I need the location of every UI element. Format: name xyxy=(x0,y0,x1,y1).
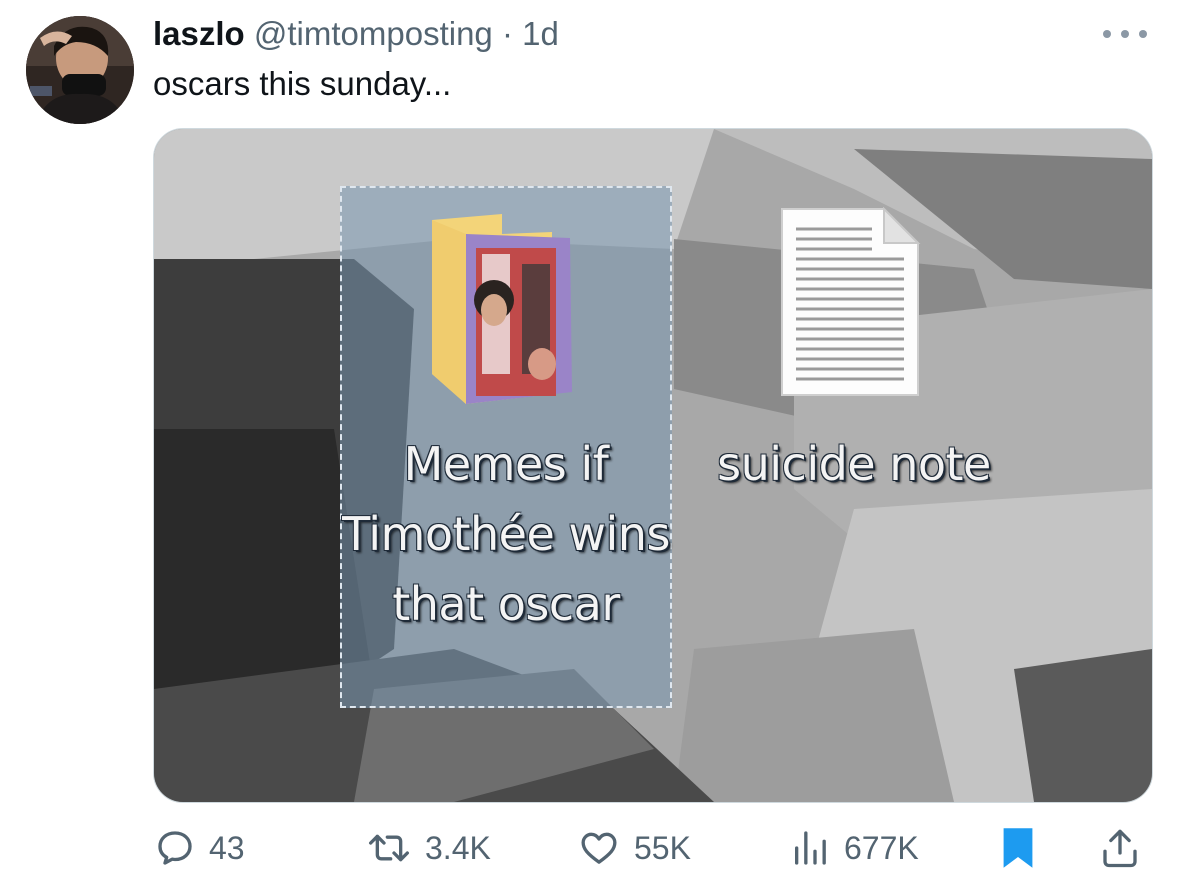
share-icon xyxy=(1103,829,1137,868)
folder-icon[interactable] xyxy=(432,214,582,404)
like-button[interactable]: 55K xyxy=(578,824,691,872)
more-icon[interactable] xyxy=(1103,22,1147,46)
views-count: 677K xyxy=(844,829,919,866)
retweet-button[interactable]: 3.4K xyxy=(367,824,491,872)
reply-button[interactable]: 43 xyxy=(155,824,245,872)
folder-label[interactable]: Memes if Timothée wins that oscar xyxy=(340,429,672,639)
retweet-count: 3.4K xyxy=(425,829,491,866)
document-icon[interactable] xyxy=(776,207,924,397)
bookmark-icon xyxy=(1003,828,1033,868)
user-handle[interactable]: @timtomposting xyxy=(254,15,493,52)
like-count: 55K xyxy=(634,829,691,866)
reply-count: 43 xyxy=(209,829,245,866)
tweet-header: laszlo @timtomposting · 1d xyxy=(153,12,559,56)
display-name[interactable]: laszlo xyxy=(153,15,245,52)
timestamp[interactable]: 1d xyxy=(522,15,559,52)
avatar[interactable] xyxy=(26,16,134,124)
reply-icon xyxy=(158,831,192,865)
retweet-icon xyxy=(368,834,409,862)
tweet-text: oscars this sunday... xyxy=(153,65,452,102)
action-bar: 43 3.4K 55K 677K xyxy=(0,818,1179,878)
separator-dot: · xyxy=(501,15,513,52)
file-label[interactable]: suicide note xyxy=(694,429,1014,499)
more-dot xyxy=(1139,30,1147,38)
bookmark-button[interactable] xyxy=(1000,824,1036,872)
views-button[interactable]: 677K xyxy=(790,824,919,872)
more-dot xyxy=(1103,30,1111,38)
heart-icon xyxy=(581,832,617,864)
share-button[interactable] xyxy=(1100,824,1140,872)
more-dot xyxy=(1121,30,1129,38)
tweet-image[interactable]: Memes if Timothée wins that oscar suicid… xyxy=(153,128,1153,803)
views-icon xyxy=(795,831,826,865)
